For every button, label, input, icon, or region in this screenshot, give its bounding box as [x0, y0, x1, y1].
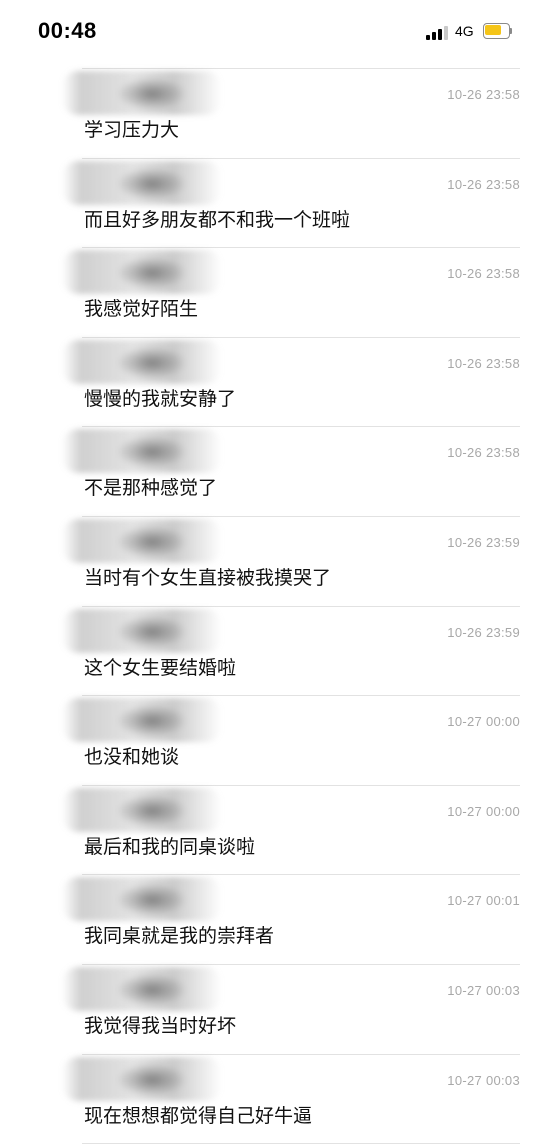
message-item[interactable]: 10-27 00:03 我觉得我当时好坏: [62, 963, 520, 1054]
message-item[interactable]: 10-26 23:59 这个女生要结婚啦: [62, 605, 520, 696]
message-timestamp: 10-26 23:58: [447, 266, 520, 282]
status-time: 00:48: [38, 18, 97, 43]
message-item[interactable]: 10-26 23:58 我感觉好陌生: [62, 247, 520, 337]
sender-name-redacted: [62, 339, 222, 384]
message-timestamp: 10-26 23:58: [447, 87, 520, 102]
sender-name-redacted: [62, 518, 222, 563]
message-item[interactable]: 10-27 00:00 最后和我的同桌谈啦: [62, 784, 520, 875]
sender-name-redacted: [62, 429, 222, 474]
message-item[interactable]: 10-27 00:01 我同桌就是我的崇拜者: [62, 874, 520, 964]
message-timestamp: 10-27 00:03: [447, 1072, 520, 1088]
message-timestamp: 10-27 00:01: [447, 893, 520, 909]
message-item[interactable]: 10-27 00:03 现在想想都觉得自己好牛逼: [62, 1053, 520, 1144]
message-text: 不是那种感觉了: [84, 477, 218, 500]
message-text: 我觉得我当时好坏: [84, 1014, 237, 1037]
message-text: 最后和我的同桌谈啦: [84, 835, 256, 858]
sender-name-redacted: [62, 787, 222, 832]
sender-name-redacted: [62, 966, 222, 1011]
message-timestamp: 10-27 00:03: [447, 982, 520, 998]
message-timestamp: 10-26 23:58: [447, 445, 520, 461]
message-text: 现在想想都觉得自己好牛逼: [84, 1104, 313, 1127]
sender-name-redacted: [62, 160, 222, 205]
message-text: 我感觉好陌生: [84, 298, 199, 321]
message-timestamp: 10-26 23:59: [447, 534, 520, 550]
message-text: 当时有个女生直接被我摸哭了: [84, 566, 332, 589]
message-item[interactable]: 10-26 23:58 而且好多朋友都不和我一个班啦: [62, 157, 520, 248]
message-timestamp: 10-26 23:58: [447, 355, 520, 371]
status-bar: 00:48 4G: [0, 0, 540, 64]
battery-icon: [483, 23, 512, 39]
message-item[interactable]: 10-26 23:58 学习压力大: [62, 68, 520, 158]
message-list: 10-26 23:58 学习压力大 10-26 23:58 而且好多朋友都不和我…: [0, 68, 540, 1144]
sender-name-redacted: [62, 698, 222, 743]
sender-name-redacted: [62, 877, 222, 922]
cellular-signal-icon: [426, 26, 452, 40]
message-timestamp: 10-27 00:00: [447, 714, 520, 730]
sender-name-redacted: [62, 71, 222, 115]
message-text: 慢慢的我就安静了: [84, 387, 237, 410]
sender-name-redacted: [62, 608, 222, 653]
message-item[interactable]: 10-27 00:00 也没和她谈: [62, 695, 520, 785]
message-item[interactable]: 10-26 23:58 不是那种感觉了: [62, 426, 520, 516]
message-timestamp: 10-27 00:00: [447, 803, 520, 819]
message-text: 而且好多朋友都不和我一个班啦: [84, 208, 351, 231]
message-text: 这个女生要结婚啦: [84, 656, 237, 679]
message-item[interactable]: 10-26 23:58 慢慢的我就安静了: [62, 336, 520, 427]
message-timestamp: 10-26 23:59: [447, 624, 520, 640]
message-text: 也没和她谈: [84, 746, 180, 769]
message-item[interactable]: 10-26 23:59 当时有个女生直接被我摸哭了: [62, 515, 520, 606]
network-type: 4G: [455, 23, 474, 39]
sender-name-redacted: [62, 1056, 222, 1101]
message-text: 学习压力大: [84, 119, 180, 141]
message-text: 我同桌就是我的崇拜者: [84, 925, 275, 948]
message-timestamp: 10-26 23:58: [447, 176, 520, 192]
sender-name-redacted: [62, 250, 222, 295]
